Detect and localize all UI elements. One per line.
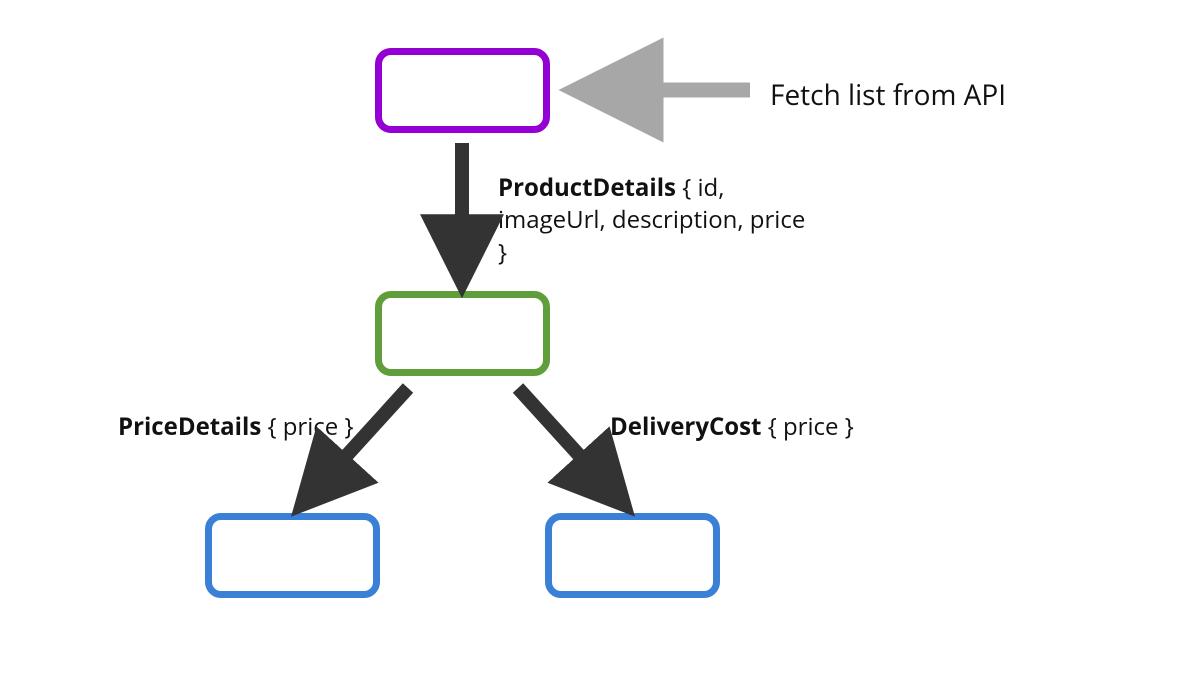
label-product-bold: ProductDetails xyxy=(498,171,676,204)
node-blue-right xyxy=(545,513,720,598)
label-price-details: PriceDetails { price } xyxy=(118,411,353,443)
node-green xyxy=(375,291,550,376)
node-root xyxy=(375,48,550,133)
label-price-rest: { price } xyxy=(261,410,353,443)
label-delivery-cost: DeliveryCost { price } xyxy=(610,411,854,443)
label-price-bold: PriceDetails xyxy=(118,410,261,443)
label-product-details: ProductDetails { id, imageUrl, descripti… xyxy=(498,172,818,269)
annotation-fetch: Fetch list from API xyxy=(770,76,1006,114)
label-delivery-rest: { price } xyxy=(761,410,853,443)
arrow-diag-right xyxy=(518,388,618,498)
node-blue-left xyxy=(205,513,380,598)
annotation-fetch-text: Fetch list from API xyxy=(770,76,1006,114)
label-delivery-bold: DeliveryCost xyxy=(610,410,761,443)
